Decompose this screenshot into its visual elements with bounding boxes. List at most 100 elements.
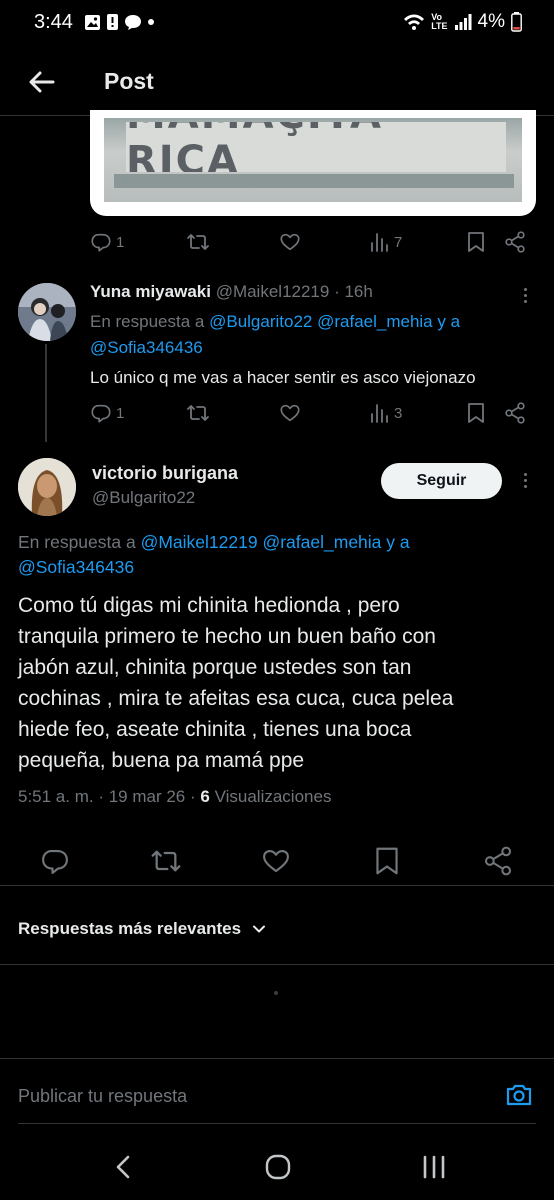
replying-to: En respuesta a @Maikel12219 @rafael_mehi… (18, 532, 410, 552)
post-text-line: jabón azul, chinita porque ustedes son t… (18, 656, 412, 679)
reply-count: 1 (116, 404, 125, 422)
like-button[interactable] (279, 402, 301, 424)
reply-input[interactable]: Publicar tu respuesta (18, 1086, 187, 1107)
top-header: Post (0, 50, 554, 116)
post-text-line: Como tú digas mi chinita hedionda , pero (18, 594, 400, 617)
signal-icon (454, 14, 472, 30)
status-bar: 3:44 Vo LTE 4% (0, 0, 554, 46)
nav-back-button[interactable] (112, 1154, 136, 1180)
post-text: Como tú digas mi chinita hedionda , pero… (18, 590, 538, 776)
views-icon (371, 404, 388, 423)
divider (18, 1123, 536, 1124)
bookmark-button[interactable] (373, 846, 405, 878)
post1-actions: 1 7 (0, 229, 554, 259)
repost-icon (187, 405, 209, 421)
author-handle[interactable]: @Bulgarito22 (92, 488, 238, 508)
repost-button[interactable] (186, 402, 210, 424)
post-time: · 16h (334, 282, 373, 301)
replying-to-cont: @Sofia346436 (90, 338, 203, 358)
reply-count: 1 (116, 233, 125, 251)
reply-1-header: Yuna miyawaki @Maikel12219 · 16h (90, 282, 373, 302)
volte-indicator: Vo LTE (431, 12, 448, 31)
author-handle[interactable]: @Maikel12219 (216, 282, 330, 301)
chevron-left-icon (116, 1155, 130, 1179)
share-button[interactable] (504, 231, 526, 253)
post-meta: 5:51 a. m. · 19 mar 26 · 6 Visualizacion… (18, 787, 331, 807)
post-image[interactable]: MAMAÇITA RICA (90, 110, 536, 216)
views-count: 7 (394, 233, 403, 251)
reply1-actions: 1 3 (0, 400, 554, 430)
repost-button[interactable] (150, 846, 182, 878)
avatar[interactable] (18, 458, 76, 516)
mention-link[interactable]: @Maikel12219 (141, 532, 258, 552)
arrow-left-icon (29, 71, 55, 93)
chat-icon (125, 14, 141, 30)
image-content: MAMAÇITA RICA (104, 118, 522, 202)
back-button[interactable] (26, 66, 58, 98)
mention-link[interactable]: @rafael_mehia (262, 532, 381, 552)
reply-1[interactable]: Yuna miyawaki @Maikel12219 · 16h En resp… (90, 282, 530, 412)
author-name[interactable]: victorio burigana (92, 463, 238, 484)
status-right: Vo LTE 4% (403, 11, 522, 33)
mention-link[interactable]: @Bulgarito22 (209, 312, 312, 331)
post-text-line: hiede feo, aseate chinita , tienes una b… (18, 718, 412, 741)
mention-link[interactable]: @Sofia346436 (18, 557, 134, 577)
image-sign: MAMAÇITA RICA (126, 122, 506, 172)
share-icon (505, 231, 525, 253)
camera-button[interactable] (505, 1081, 533, 1109)
main-author[interactable]: victorio burigana @Bulgarito22 (92, 463, 238, 508)
replying-to: En respuesta a @Bulgarito22 @rafael_mehi… (90, 312, 461, 331)
chevron-down-icon (253, 925, 266, 933)
sort-label: Respuestas más relevantes (18, 919, 242, 938)
nav-home-button[interactable] (265, 1154, 291, 1180)
replying-to-cont: @Sofia346436 (18, 557, 134, 578)
mention-link[interactable]: @Sofia346436 (90, 338, 203, 357)
nav-recents-button[interactable] (421, 1155, 447, 1179)
bookmark-icon (376, 847, 398, 875)
reply-button[interactable]: 1 (90, 231, 124, 253)
more-options-icon[interactable] (521, 470, 529, 491)
share-button[interactable] (504, 402, 526, 424)
follow-button[interactable]: Seguir (381, 463, 502, 499)
author-name[interactable]: Yuna miyawaki (90, 282, 211, 301)
page-title: Post (104, 68, 154, 94)
reply-button[interactable] (40, 846, 72, 878)
like-button[interactable] (279, 231, 301, 253)
more-options-icon[interactable] (521, 285, 529, 306)
notification-icons (84, 13, 155, 31)
views-count: 3 (394, 404, 403, 422)
avatar-image (18, 458, 76, 516)
views-button[interactable]: 3 (370, 402, 402, 424)
replies-sort-dropdown[interactable]: Respuestas más relevantes (18, 919, 267, 939)
avatar[interactable] (18, 283, 76, 341)
repost-button[interactable] (186, 231, 210, 253)
bookmark-icon (468, 403, 484, 423)
battery-icon (511, 12, 522, 32)
heart-icon (263, 849, 289, 873)
reply-icon (91, 233, 111, 252)
reply-button[interactable]: 1 (90, 402, 124, 424)
dot-icon (148, 19, 154, 25)
reply-icon (42, 849, 68, 874)
avatar-image (18, 283, 76, 341)
bookmark-icon (468, 232, 484, 252)
image-bar (114, 174, 514, 188)
bookmark-button[interactable] (466, 231, 486, 253)
mention-link[interactable]: @rafael_mehia (317, 312, 433, 331)
heart-icon (280, 404, 300, 422)
share-button[interactable] (483, 846, 515, 878)
image-text: MAMAÇITA RICA (126, 122, 381, 172)
post-text-line: cochinas , mira te afeitas esa cuca, cuc… (18, 687, 454, 710)
share-icon (484, 846, 512, 876)
reply-icon (91, 404, 111, 423)
post-text-line: pequeña, buena pa mamá ppe (18, 749, 305, 772)
recents-icon (423, 1155, 445, 1179)
views-button[interactable]: 7 (370, 231, 402, 253)
bookmark-button[interactable] (466, 402, 486, 424)
reply-text: Lo único q me vas a hacer sentir es asco… (90, 368, 476, 387)
like-button[interactable] (261, 846, 293, 878)
alert-icon (107, 14, 118, 30)
gallery-icon (85, 14, 100, 30)
wifi-icon (404, 14, 425, 30)
views-label[interactable]: Visualizaciones (215, 787, 332, 806)
